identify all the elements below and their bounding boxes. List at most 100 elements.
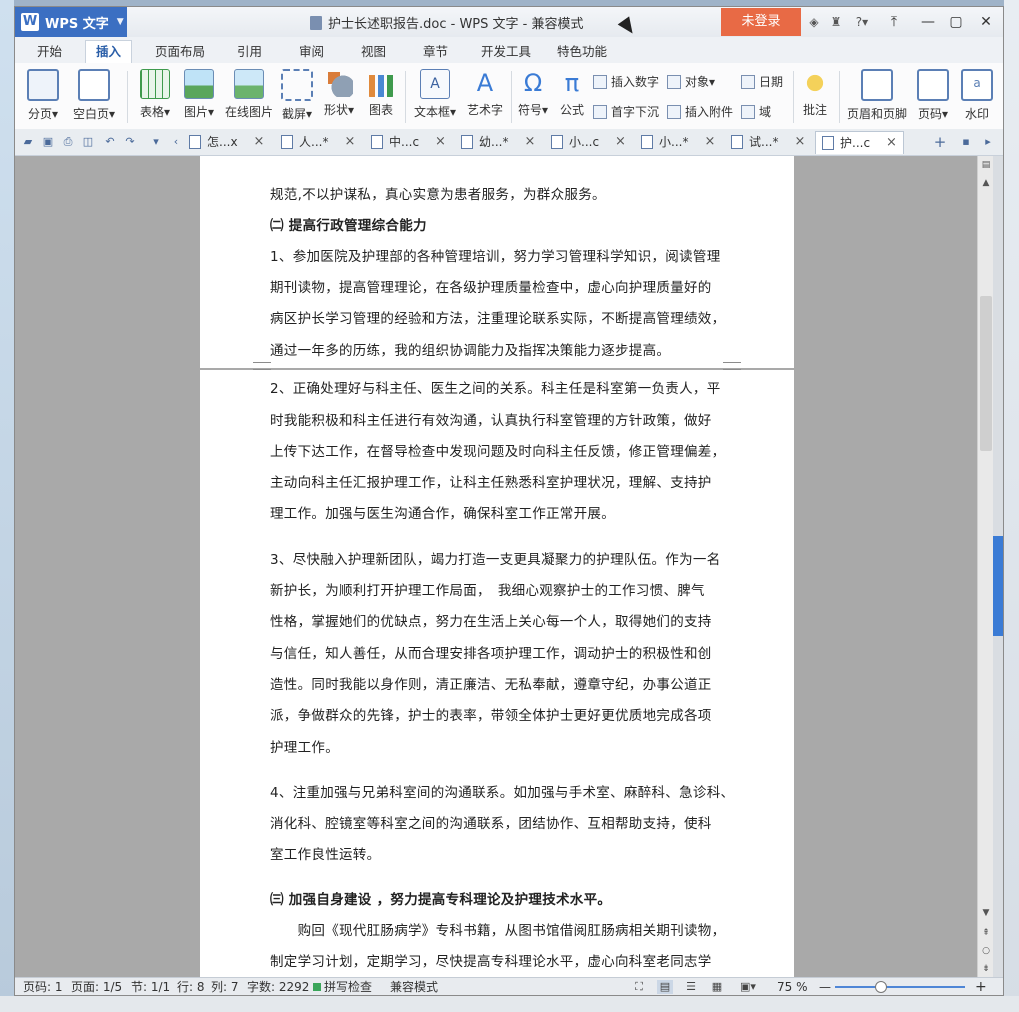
reading-mode-icon[interactable]: ▣▾ xyxy=(735,980,761,994)
redo-icon[interactable]: ↷ xyxy=(123,135,137,149)
document-tab[interactable]: 幼...* × xyxy=(461,131,535,153)
scroll-down-arrow-icon[interactable]: ▼ xyxy=(978,906,994,920)
date-label: 日期 xyxy=(759,75,784,89)
comment-button[interactable]: 批注 xyxy=(797,69,833,125)
zoom-slider[interactable] xyxy=(835,986,965,988)
document-tab[interactable]: 人...* × xyxy=(281,131,355,153)
shirt-icon[interactable]: ♜ xyxy=(827,13,845,31)
close-icon[interactable]: × xyxy=(344,131,355,153)
wordart-button[interactable]: A 艺术字 xyxy=(465,69,505,125)
date-button[interactable]: 日期 xyxy=(741,73,783,91)
shape-button[interactable]: 形状▾ xyxy=(321,69,357,125)
scroll-up-arrow-icon[interactable]: ▲ xyxy=(978,176,994,190)
blank-page-button[interactable]: 空白页▾ xyxy=(69,69,119,125)
desktop-background-right xyxy=(1004,0,1019,1012)
close-button[interactable]: ✕ xyxy=(973,11,999,33)
watermark-button[interactable]: a 水印 xyxy=(957,69,997,125)
browse-object-icon[interactable]: ○ xyxy=(978,944,994,958)
previous-page-icon[interactable]: ⇞ xyxy=(978,926,994,940)
picture-button[interactable]: 图片▾ xyxy=(179,69,219,125)
side-panel-toggle[interactable] xyxy=(993,536,1003,636)
symbol-button[interactable]: Ω 符号▾ xyxy=(515,69,551,125)
minimize-button[interactable]: — xyxy=(915,11,941,33)
close-icon[interactable]: × xyxy=(254,131,265,153)
title-bar: W WPS 文字 ▼ 护士长述职报告.doc - WPS 文字 - 兼容模式 未… xyxy=(15,7,1003,38)
document-tab[interactable]: 小...* × xyxy=(641,131,715,153)
paragraph-line: 理工作。加强与医生沟通合作，确保科室工作正常开展。 xyxy=(270,506,615,522)
formula-button[interactable]: π 公式 xyxy=(555,69,589,125)
chart-button[interactable]: 图表 xyxy=(363,69,399,125)
tab-insert[interactable]: 插入 xyxy=(85,40,133,63)
page-break-button[interactable]: 分页▾ xyxy=(23,69,63,125)
split-view-icon[interactable]: ▤ xyxy=(978,158,994,172)
chevron-down-icon: ▾ xyxy=(347,103,355,117)
page-view-icon[interactable]: ▤ xyxy=(657,980,673,994)
document-tab-active[interactable]: 护...c × xyxy=(815,131,904,154)
tab-list-icon[interactable]: ▪ xyxy=(959,135,973,149)
close-icon[interactable]: × xyxy=(615,131,626,153)
page-number-button[interactable]: 页码▾ xyxy=(913,69,953,125)
chevron-down-icon: ▾ xyxy=(305,107,313,121)
web-view-icon[interactable]: ▦ xyxy=(709,980,725,994)
document-tab[interactable]: 试...* × xyxy=(731,131,805,153)
status-page-number: 页码: 1 xyxy=(23,980,63,994)
skin-icon[interactable]: ◈ xyxy=(805,13,823,31)
help-button[interactable]: ?▾ xyxy=(849,13,875,31)
screenshot-button[interactable]: 截屏▾ xyxy=(279,69,315,125)
close-icon[interactable]: × xyxy=(524,131,535,153)
maximize-button[interactable]: ▢ xyxy=(943,11,969,33)
tab-developer-tools[interactable]: 开发工具 xyxy=(471,41,541,63)
tab-references[interactable]: 引用 xyxy=(227,41,272,63)
scrollbar-thumb[interactable] xyxy=(980,296,992,451)
outline-view-icon[interactable]: ☰ xyxy=(683,980,699,994)
open-folder-icon[interactable]: ▰ xyxy=(21,135,35,149)
insert-attachment-button[interactable]: 插入附件 xyxy=(667,103,733,121)
print-preview-icon[interactable]: ◫ xyxy=(81,135,95,149)
insert-number-label: 插入数字 xyxy=(611,75,660,89)
tab-review[interactable]: 审阅 xyxy=(289,41,334,63)
tab-home[interactable]: 开始 xyxy=(27,41,72,63)
zoom-level[interactable]: 75 % xyxy=(777,980,808,994)
close-icon[interactable]: × xyxy=(794,131,805,153)
zoom-slider-handle[interactable] xyxy=(875,981,887,993)
textbox-button[interactable]: A 文本框▾ xyxy=(411,69,459,125)
next-page-icon[interactable]: ⇟ xyxy=(978,962,994,976)
object-button[interactable]: 对象 ▾ xyxy=(667,73,715,91)
object-label: 对象 xyxy=(685,75,710,89)
restore-ribbon-button[interactable]: ⤒ xyxy=(881,11,907,33)
undo-icon[interactable]: ↶ xyxy=(103,135,117,149)
attachment-label: 插入附件 xyxy=(685,105,734,119)
document-tab[interactable]: 小...c × xyxy=(551,131,626,153)
online-picture-button[interactable]: 在线图片 xyxy=(223,69,275,125)
field-button[interactable]: 域 xyxy=(741,103,771,121)
document-canvas[interactable]: 规范,不以护谋私，真心实意为患者服务，为群众服务。 ㈡ 提高行政管理综合能力 1… xyxy=(15,156,977,977)
save-icon[interactable]: ▣ xyxy=(41,135,55,149)
drop-cap-button[interactable]: 首字下沉 xyxy=(593,103,659,121)
vertical-scrollbar[interactable]: ▤ ▲ ▼ ⇞ ○ ⇟ xyxy=(977,156,994,977)
document-tab[interactable]: 中...c × xyxy=(371,131,446,153)
tab-chapter[interactable]: 章节 xyxy=(413,41,458,63)
insert-number-button[interactable]: 插入数字 xyxy=(593,73,659,91)
zoom-out-button[interactable]: — xyxy=(819,980,831,994)
table-button[interactable]: 表格▾ xyxy=(135,69,175,125)
close-icon[interactable]: × xyxy=(435,131,446,153)
print-icon[interactable]: ⎙ xyxy=(61,135,75,149)
document-tab[interactable]: 怎...x × xyxy=(189,131,264,153)
header-footer-button[interactable]: 页眉和页脚 xyxy=(845,69,909,125)
status-word-count[interactable]: 字数: 2292 xyxy=(247,980,309,994)
tab-view[interactable]: 视图 xyxy=(351,41,396,63)
tab-page-layout[interactable]: 页面布局 xyxy=(145,41,215,63)
tab-menu-icon[interactable]: ▸ xyxy=(981,135,995,149)
new-tab-plus-icon[interactable]: + xyxy=(933,135,947,150)
chevron-left-icon[interactable]: ‹ xyxy=(169,135,183,149)
chevron-down-icon[interactable]: ▾ xyxy=(149,135,163,149)
tab-special-features[interactable]: 特色功能 xyxy=(547,41,617,63)
pi-icon: π xyxy=(564,69,580,97)
zoom-in-button[interactable]: + xyxy=(975,980,987,994)
app-menu-button[interactable]: W WPS 文字 ▼ xyxy=(15,7,127,37)
full-screen-icon[interactable]: ⛶ xyxy=(631,980,647,994)
spell-check-toggle[interactable]: 拼写检查 xyxy=(313,980,372,994)
close-icon[interactable]: × xyxy=(886,132,897,154)
login-button[interactable]: 未登录 xyxy=(721,8,801,36)
close-icon[interactable]: × xyxy=(704,131,715,153)
